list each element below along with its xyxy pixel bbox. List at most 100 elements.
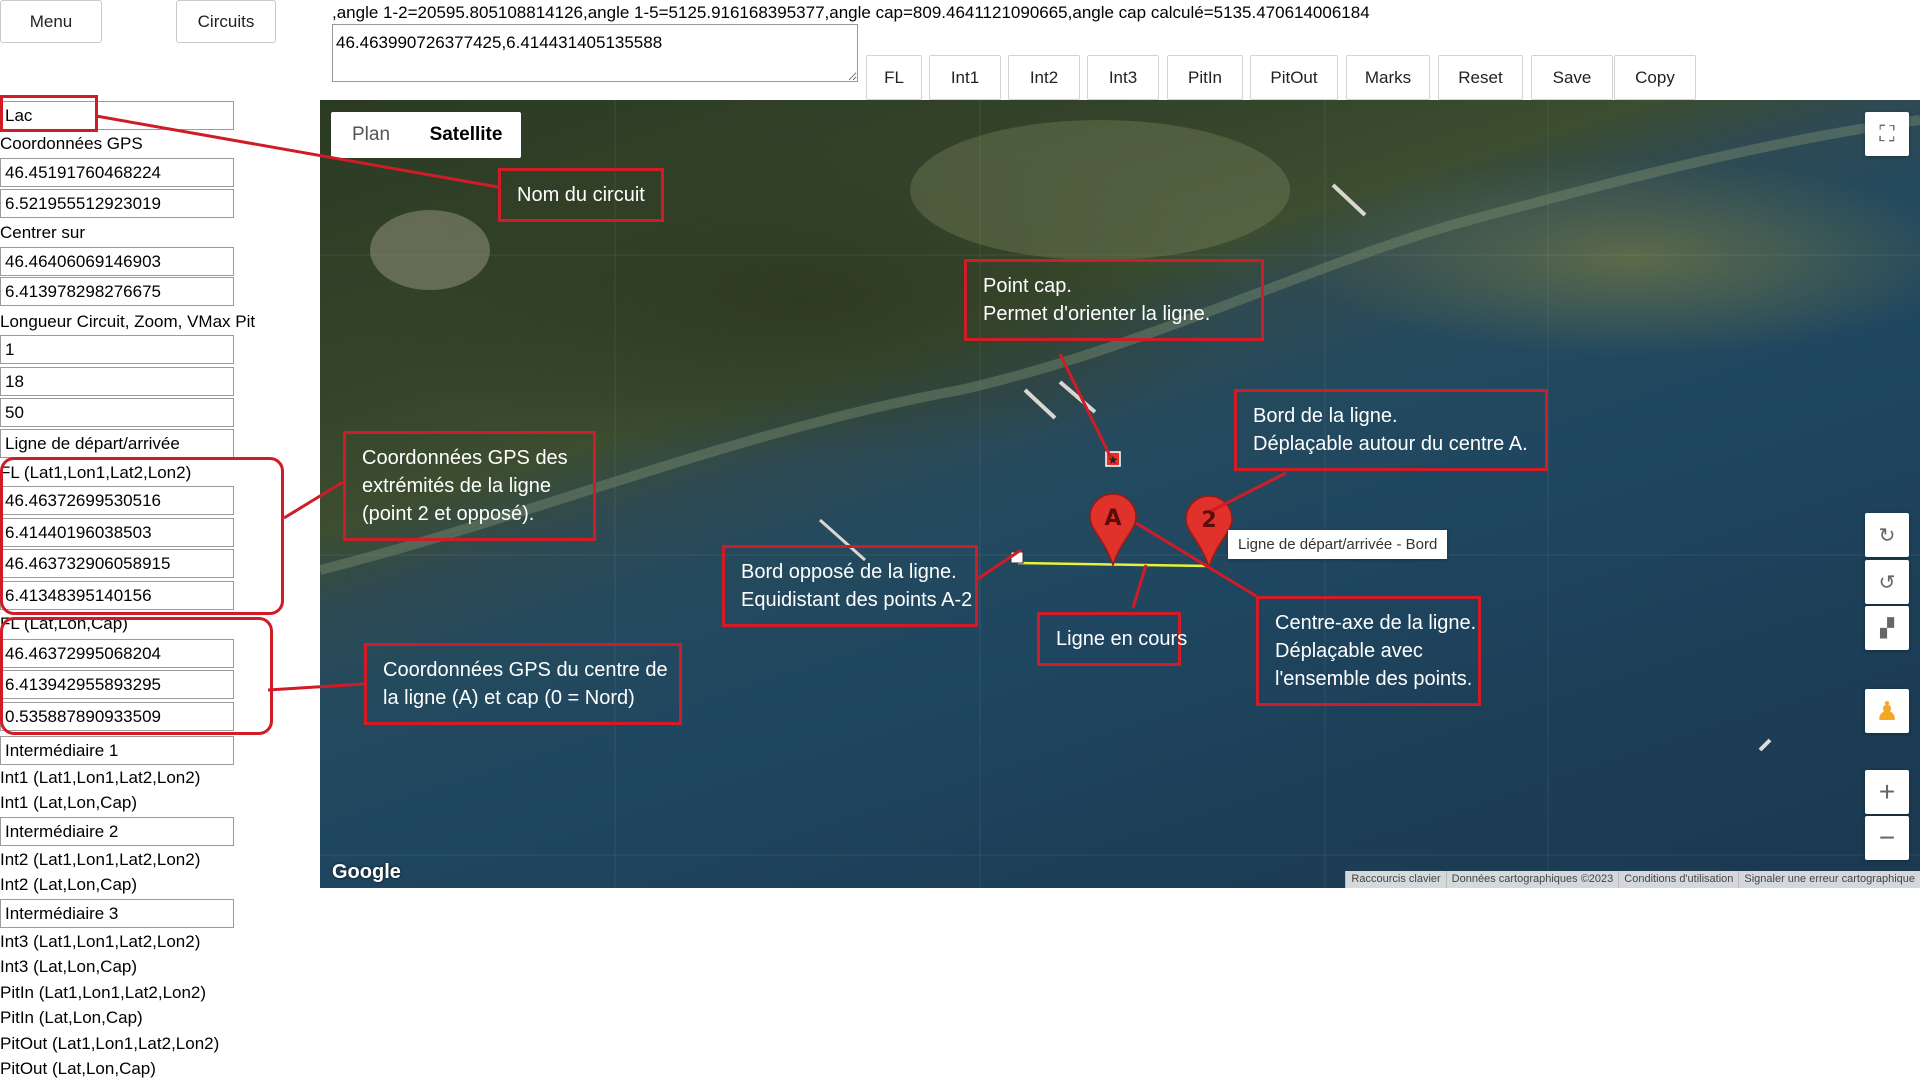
map-data-text: Données cartographiques ©2023 [1445,871,1619,888]
minus-icon: − [1878,822,1896,853]
marker-a-label: A [1104,506,1121,531]
annotation-point-cap: Point cap. Permet d'orienter la ligne. [964,259,1264,341]
fl-button[interactable]: FL [866,55,922,100]
clearing [910,120,1290,260]
pier [1058,380,1097,414]
annotation-text: Permet d'orienter la ligne. [983,303,1211,325]
annotation-text: Nom du circuit [517,184,645,206]
marker-2[interactable]: 2 [1185,495,1233,570]
annotation-bord-oppose: Bord opposé de la ligne. Equidistant des… [722,545,978,627]
fl-lon2-input[interactable] [0,581,234,610]
zoom-out-button[interactable]: − [1865,816,1909,860]
plus-icon: + [1878,776,1896,807]
annotation-text: Centre-axe de la ligne. [1275,612,1477,634]
fullscreen-button[interactable]: ⛶ [1865,112,1909,156]
fl-lat1-input[interactable] [0,486,234,515]
menu-button[interactable]: Menu [0,0,102,43]
map-tab-satellite[interactable]: Satellite [411,112,521,158]
fl-ends-label: FL (Lat1,Lon1,Lat2,Lon2) [0,463,192,482]
annotation-text: Bord de la ligne. [1253,405,1398,427]
rotate-left-button[interactable]: ↺ [1865,560,1909,604]
rotate-right-button[interactable]: ↻ [1865,513,1909,557]
marker-2-label: 2 [1201,508,1216,533]
pier [1331,183,1367,217]
copy-button[interactable]: Copy [1614,55,1696,100]
center-lat-input[interactable] [0,247,234,276]
report-error-link[interactable]: Signaler une erreur cartographique [1738,871,1920,888]
tilt-icon: ▞ [1880,617,1894,638]
gps-label: Coordonnées GPS [0,134,143,153]
annotation-text: Point cap. [983,275,1072,297]
annotation-centre-axe: Centre-axe de la ligne. Déplaçable avec … [1256,596,1481,706]
circuits-button[interactable]: Circuits [176,0,276,43]
line-name-input[interactable] [0,429,234,458]
pitout-ends-label: PitOut (Lat1,Lon1,Lat2,Lon2) [0,1034,220,1053]
fl-lon1-input[interactable] [0,518,234,547]
gps-lat-input[interactable] [0,158,234,187]
zoom-input[interactable] [0,367,234,396]
marker-a[interactable]: A [1089,493,1137,568]
zoom-in-button[interactable]: + [1865,770,1909,814]
annotation-text: Equidistant des points A-2 [741,589,973,611]
int1-button[interactable]: Int1 [929,55,1001,100]
annotation-text: Coordonnées GPS du centre de [383,659,668,681]
pitin-ends-label: PitIn (Lat1,Lon1,Lat2,Lon2) [0,983,207,1002]
rotate-right-icon: ↻ [1878,524,1896,547]
fl-center-label: FL (Lat,Lon,Cap) [0,614,128,633]
save-button[interactable]: Save [1531,55,1613,100]
terms-link[interactable]: Conditions d'utilisation [1618,871,1738,888]
vmax-input[interactable] [0,398,234,427]
int2-center-label: Int2 (Lat,Lon,Cap) [0,875,138,894]
star-icon: ★ [1108,453,1119,467]
int1-center-label: Int1 (Lat,Lon,Cap) [0,793,138,812]
gps-lon-input[interactable] [0,189,234,218]
length-zoom-vmax-label: Longueur Circuit, Zoom, VMax Pit [0,312,256,331]
reset-button[interactable]: Reset [1438,55,1523,100]
int2-button[interactable]: Int2 [1008,55,1080,100]
annotation-text: extrémités de la ligne [362,475,551,497]
marker-tooltip: Ligne de départ/arrivée - Bord [1228,530,1448,559]
annotation-text: (point 2 et opposé). [362,503,535,525]
building-area [370,210,490,290]
int1-name-input[interactable] [0,736,234,765]
annotation-nom-circuit: Nom du circuit [498,168,664,222]
pegman-icon: ♟ [1875,695,1899,726]
annotation-bord: Bord de la ligne. Déplaçable autour du c… [1234,389,1548,471]
length-input[interactable] [0,335,234,364]
keyboard-shortcuts-link[interactable]: Raccourcis clavier [1345,871,1445,888]
annotation-text: l'ensemble des points. [1275,668,1473,690]
fl-cap-input[interactable] [0,702,234,731]
annotation-text: Coordonnées GPS des [362,447,568,469]
angle-info-text: ,angle 1-2=20595.805108814126,angle 1-5=… [332,3,1370,22]
google-logo: Google [332,861,401,883]
annotation-text: Déplaçable autour du centre A. [1253,433,1528,455]
map-tab-plan[interactable]: Plan [331,112,411,158]
fl-center-lon-input[interactable] [0,670,234,699]
circuit-name-input[interactable] [0,101,234,130]
tilt-button[interactable]: ▞ [1865,606,1909,650]
annotation-text: Ligne en cours [1056,628,1188,650]
int1-ends-label: Int1 (Lat1,Lon1,Lat2,Lon2) [0,768,201,787]
int2-ends-label: Int2 (Lat1,Lon1,Lat2,Lon2) [0,850,201,869]
center-label: Centrer sur [0,223,86,242]
int3-button[interactable]: Int3 [1087,55,1159,100]
int3-center-label: Int3 (Lat,Lon,Cap) [0,957,138,976]
int3-name-input[interactable] [0,899,234,928]
opposite-edge-marker[interactable] [1010,551,1024,564]
fullscreen-icon: ⛶ [1879,121,1895,146]
pitout-button[interactable]: PitOut [1250,55,1338,100]
center-lon-input[interactable] [0,277,234,306]
coordinates-textarea[interactable]: 46.463990726377425,6.414431405135588 [332,24,858,82]
marks-button[interactable]: Marks [1346,55,1430,100]
annotation-ligne-cours: Ligne en cours [1037,612,1188,666]
pitin-button[interactable]: PitIn [1167,55,1243,100]
fl-center-lat-input[interactable] [0,639,234,668]
street-view-pegman[interactable]: ♟ [1865,689,1909,733]
pitout-center-label: PitOut (Lat,Lon,Cap) [0,1059,156,1078]
int2-name-input[interactable] [0,817,234,846]
map-footer: Raccourcis clavier Données cartographiqu… [1345,871,1920,888]
annotation-coord-centre: Coordonnées GPS du centre de la ligne (A… [364,643,682,725]
annotation-coord-extremites: Coordonnées GPS des extrémités de la lig… [343,431,596,541]
fl-lat2-input[interactable] [0,549,234,578]
int3-ends-label: Int3 (Lat1,Lon1,Lat2,Lon2) [0,932,201,951]
